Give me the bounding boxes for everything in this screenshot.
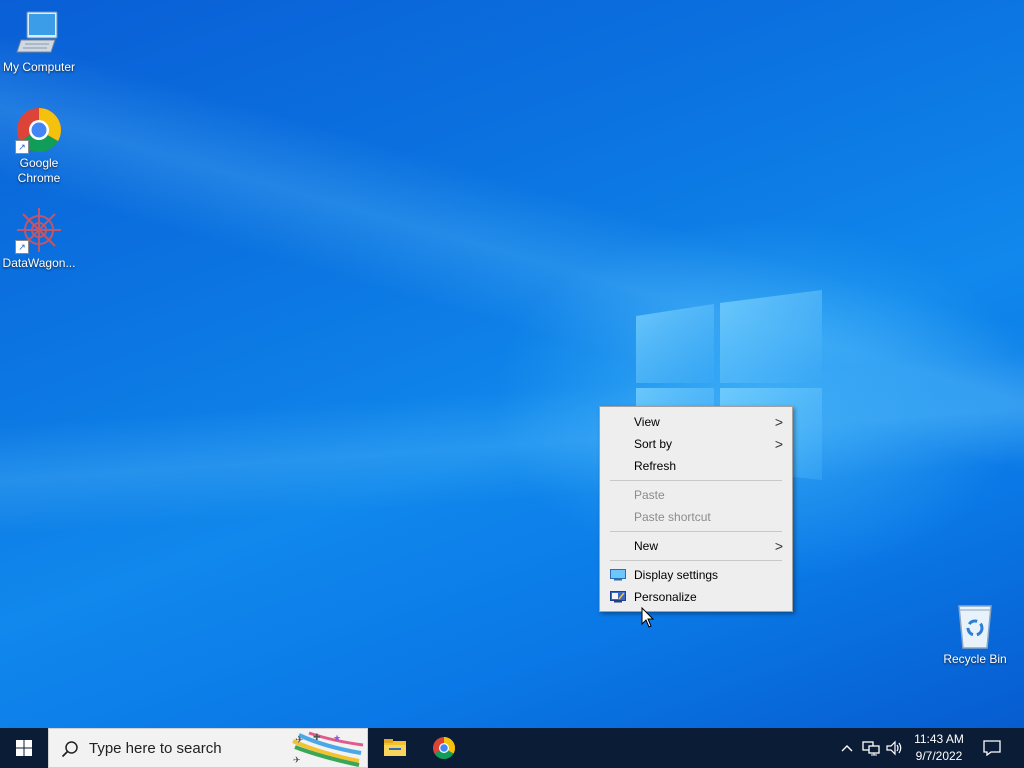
tray-show-hidden-icons[interactable] <box>838 728 856 768</box>
menu-item-paste-shortcut: Paste shortcut <box>600 506 792 528</box>
action-center-button[interactable] <box>978 728 1006 768</box>
folder-icon <box>384 739 406 756</box>
menu-item-refresh[interactable]: Refresh <box>600 455 792 477</box>
menu-item-paste: Paste <box>600 484 792 506</box>
tray-network[interactable] <box>860 728 882 768</box>
menu-item-view[interactable]: View > <box>600 411 792 433</box>
desktop-context-menu: View > Sort by > Refresh Paste Paste sho… <box>599 406 793 612</box>
search-placeholder: Type here to search <box>89 740 222 757</box>
taskbar-app-file-explorer[interactable] <box>371 728 419 768</box>
svg-text:✈: ✈ <box>293 755 301 765</box>
notification-icon <box>983 740 1001 756</box>
start-button[interactable] <box>0 728 48 768</box>
menu-item-label: Refresh <box>634 459 677 473</box>
menu-separator <box>610 560 782 561</box>
menu-item-label: Sort by <box>634 437 673 451</box>
desktop-icon-label: DataWagon... <box>2 256 76 270</box>
menu-item-label: Paste shortcut <box>634 510 711 524</box>
submenu-arrow-icon: > <box>774 436 783 452</box>
clock-time: 11:43 AM <box>914 732 964 746</box>
menu-item-sort-by[interactable]: Sort by > <box>600 433 792 455</box>
svg-text:✚: ✚ <box>313 732 321 742</box>
recycle-bin-icon <box>951 602 999 650</box>
computer-icon <box>15 10 63 58</box>
windows-start-icon <box>16 740 32 756</box>
datawagon-app-icon: ↗ <box>15 206 63 254</box>
personalize-icon <box>610 591 626 603</box>
menu-item-label: Paste <box>634 488 665 502</box>
search-input[interactable]: Type here to search ✈ ✚ ★ ✈ <box>48 728 368 768</box>
desktop-icon-google-chrome[interactable]: ↗ Google Chrome <box>0 106 78 186</box>
shortcut-arrow-icon: ↗ <box>15 240 29 254</box>
desktop[interactable]: My Computer ↗ Google Chrome ↗ DataWagon.… <box>0 0 1024 768</box>
desktop-icon-label: My Computer <box>2 60 76 74</box>
menu-item-label: Display settings <box>634 568 719 582</box>
volume-icon <box>886 740 902 756</box>
clock-date: 9/7/2022 <box>915 749 963 763</box>
mouse-cursor-icon <box>641 607 655 628</box>
display-icon <box>610 569 626 581</box>
tray-volume[interactable] <box>884 728 906 768</box>
menu-item-label: Personalize <box>634 590 697 604</box>
menu-item-personalize[interactable]: Personalize <box>600 586 792 608</box>
chevron-up-icon <box>841 745 853 752</box>
menu-item-new[interactable]: New > <box>600 535 792 557</box>
svg-text:✈: ✈ <box>295 735 303 746</box>
shortcut-arrow-icon: ↗ <box>15 140 29 154</box>
menu-item-label: View <box>634 415 660 429</box>
chrome-icon: ↗ <box>15 106 63 154</box>
menu-item-label: New <box>634 539 659 553</box>
search-icon <box>61 741 78 758</box>
taskbar-clock[interactable]: 11:43 AM 9/7/2022 <box>904 731 974 765</box>
svg-text:★: ★ <box>333 733 341 743</box>
desktop-icon-label: Google Chrome <box>17 156 61 185</box>
taskbar-app-chrome[interactable] <box>420 728 468 768</box>
menu-separator <box>610 531 782 532</box>
submenu-arrow-icon: > <box>774 414 783 430</box>
desktop-icon-datawagon[interactable]: ↗ DataWagon... <box>0 206 78 271</box>
network-icon <box>862 741 880 756</box>
desktop-icon-my-computer[interactable]: My Computer <box>0 10 78 75</box>
taskbar: Type here to search ✈ ✚ ★ ✈ 11:43 AM 9/7… <box>0 728 1024 768</box>
submenu-arrow-icon: > <box>774 538 783 554</box>
menu-separator <box>610 480 782 481</box>
desktop-icon-label: Recycle Bin <box>943 652 1007 666</box>
light-beam <box>0 346 1024 540</box>
menu-item-display-settings[interactable]: Display settings <box>600 564 792 586</box>
chrome-icon <box>433 737 455 759</box>
search-highlight-illustration: ✈ ✚ ★ ✈ <box>292 731 364 767</box>
desktop-icon-recycle-bin[interactable]: Recycle Bin <box>936 602 1014 667</box>
